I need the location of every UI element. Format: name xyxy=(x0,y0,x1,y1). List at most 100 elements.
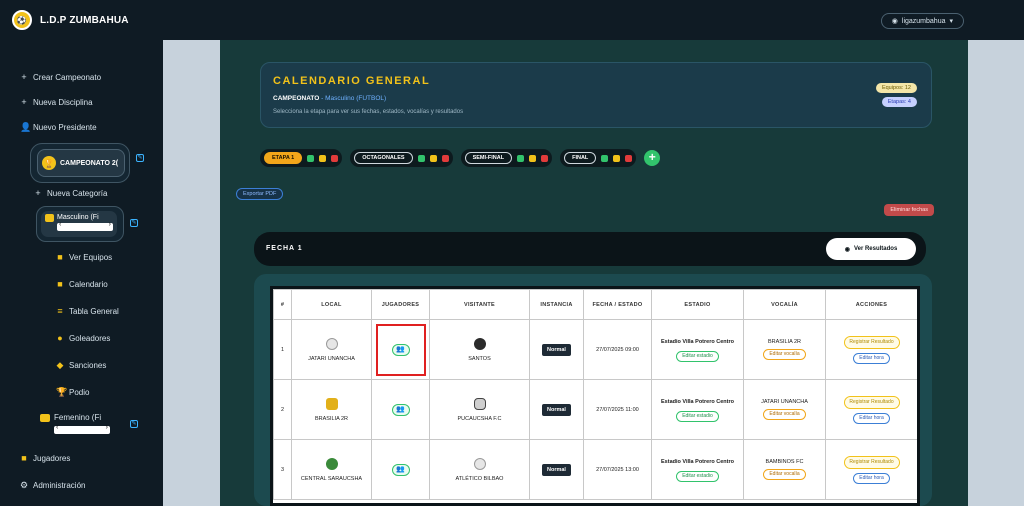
tab-etapa-1[interactable]: ETAPA 1 xyxy=(264,152,303,164)
col-header: ESTADIO xyxy=(651,289,744,320)
edit-vocalia-button[interactable]: Editar vocalía xyxy=(763,469,806,480)
vocalia-team: BAMBINOS FC xyxy=(765,459,804,465)
players-button[interactable]: 👥 xyxy=(391,403,410,416)
categoria-label: Masculino (Fi xyxy=(57,214,99,221)
export-pdf-button[interactable]: Exportar PDF xyxy=(236,188,284,200)
sidebar-item-podio[interactable]: 🏆 Podio xyxy=(56,387,89,398)
edit-stadium-button[interactable]: Editar estadio xyxy=(676,410,719,422)
register-result-button[interactable]: Registrar Resultado xyxy=(843,395,900,409)
sidebar-item-sanciones[interactable]: ◆ Sanciones xyxy=(56,360,107,371)
matches-table-panel: # LOCAL JUGADORES VISITANTE INSTANCIA FE… xyxy=(270,286,920,506)
delete-icon[interactable] xyxy=(441,154,449,162)
ball-icon: ● xyxy=(57,333,63,343)
categoria-select[interactable] xyxy=(54,424,110,434)
sidebar-item-nuevo-presidente[interactable]: 👤 Nuevo Presidente xyxy=(20,122,97,133)
register-result-button[interactable]: Registrar Resultado xyxy=(843,455,900,469)
ver-resultados-button[interactable]: ◉ Ver Resultados xyxy=(826,238,916,260)
col-header: ACCIONES xyxy=(825,289,917,320)
users-icon: ■ xyxy=(21,453,27,463)
matches-table-wrap: # LOCAL JUGADORES VISITANTE INSTANCIA FE… xyxy=(254,274,932,506)
team-name: JATARI UNANCHA xyxy=(308,355,355,362)
stage-tabs: ETAPA 1 OCTAGONALES SEMI-FINAL FINAL + xyxy=(260,148,661,168)
sidebar-item-calendario[interactable]: ■ Calendario xyxy=(56,279,108,289)
edit-icon[interactable] xyxy=(601,154,609,162)
delete-dates-button[interactable]: Eliminar fechas xyxy=(884,204,934,216)
plus-icon: + xyxy=(21,72,27,82)
folder-icon xyxy=(45,214,54,222)
team-logo xyxy=(473,397,486,410)
tab-semi-final[interactable]: SEMI-FINAL xyxy=(464,152,513,164)
brand[interactable]: ⚽ L.D.P ZUMBAHUA xyxy=(0,0,163,40)
user-menu[interactable]: ◉ ligazumbahua ▾ xyxy=(880,13,964,29)
user-name: ligazumbahua xyxy=(901,17,946,25)
topbar: ◉ ligazumbahua ▾ xyxy=(163,0,1024,40)
sidebar-item-administracion[interactable]: ⚙ Administración xyxy=(20,480,85,491)
categoria-select[interactable] xyxy=(57,221,113,231)
sidebar-item-label: Calendario xyxy=(69,279,108,289)
vocalia-team: JATARI UNANCHA xyxy=(761,399,808,405)
team-logo xyxy=(473,337,486,350)
delete-icon[interactable] xyxy=(541,154,549,162)
register-result-button[interactable]: Registrar Resultado xyxy=(843,335,900,349)
fecha-title: FECHA 1 xyxy=(266,245,303,252)
sidebar-item-nueva-disciplina[interactable]: + Nueva Disciplina xyxy=(20,97,92,107)
team-name: BRASILIA 2R xyxy=(314,415,349,422)
visitor-team: SANTOS xyxy=(429,319,530,380)
sidebar-item-goleadores[interactable]: ● Goleadores xyxy=(56,333,110,343)
sidebar-item-crear-campeonato[interactable]: + Crear Campeonato xyxy=(20,72,101,82)
sidebar-item-nueva-categoria[interactable]: + Nueva Categoría xyxy=(34,188,107,198)
edit-time-button[interactable]: Editar hora xyxy=(853,412,890,424)
tab-final[interactable]: FINAL xyxy=(564,152,597,164)
folder-icon xyxy=(40,413,50,422)
edit-icon[interactable] xyxy=(417,154,425,162)
edit-vocalia-button[interactable]: Editar vocalía xyxy=(763,349,806,360)
main-content: CALENDARIO GENERAL CAMPEONATO - Masculin… xyxy=(220,40,968,506)
edit-categoria-icon[interactable]: ✎ xyxy=(130,219,138,227)
edit-campeonato-icon[interactable]: ✎ xyxy=(136,154,144,162)
categoria-masculino[interactable]: Masculino (Fi xyxy=(41,211,117,237)
campeonato-item[interactable]: 🏆 CAMPEONATO 2( xyxy=(37,149,125,177)
instancia-badge: Normal xyxy=(542,463,571,476)
sidebar-item-ver-equipos[interactable]: ■ Ver Equipos xyxy=(56,252,112,262)
team-logo xyxy=(473,457,486,470)
user-icon: 👤 xyxy=(20,122,32,132)
delete-icon[interactable] xyxy=(331,154,339,162)
lock-icon[interactable] xyxy=(613,154,621,162)
edit-vocalia-button[interactable]: Editar vocalía xyxy=(763,409,806,420)
estadio-name: Estadio Villa Potrero Centro xyxy=(661,458,734,465)
league-logo: ⚽ xyxy=(12,10,32,30)
page-margin-right xyxy=(968,40,1024,506)
plus-icon: + xyxy=(21,97,27,107)
add-stage-button[interactable]: + xyxy=(644,150,661,166)
edit-time-button[interactable]: Editar hora xyxy=(853,472,890,484)
edit-stadium-button[interactable]: Editar estadio xyxy=(676,350,719,362)
row-number: 3 xyxy=(273,439,292,500)
sidebar-item-jugadores[interactable]: ■ Jugadores xyxy=(20,453,70,463)
campeonato-group: 🏆 CAMPEONATO 2( xyxy=(30,143,130,183)
lock-icon[interactable] xyxy=(529,154,537,162)
stage-group: ETAPA 1 xyxy=(260,149,343,167)
sidebar-item-label: Nuevo Presidente xyxy=(33,123,97,132)
lock-icon[interactable] xyxy=(429,154,437,162)
categoria-femenino[interactable]: Femenino (Fi xyxy=(40,413,110,434)
edit-time-button[interactable]: Editar hora xyxy=(853,352,890,364)
campeonato-label: CAMPEONATO 2( xyxy=(60,159,119,167)
fecha-cell: 27/07/2025 09:00 xyxy=(583,319,652,380)
categoria-masculino-group: Masculino (Fi xyxy=(36,206,124,242)
delete-icon[interactable] xyxy=(625,154,633,162)
visitor-team: ATLÉTICO BILBAO xyxy=(429,439,530,500)
table-row: 1 JATARI UNANCHA 👥 SANTOS Normal 27/07/2… xyxy=(273,319,917,380)
edit-stadium-button[interactable]: Editar estadio xyxy=(676,470,719,482)
edit-icon[interactable] xyxy=(307,154,315,162)
local-team: CENTRAL SARAUCSHA xyxy=(291,439,372,500)
players-button[interactable]: 👥 xyxy=(391,343,410,356)
edit-icon[interactable] xyxy=(517,154,525,162)
edit-categoria-icon[interactable]: ✎ xyxy=(130,420,138,428)
jugadores-cell: 👥 xyxy=(371,439,430,500)
lock-icon[interactable] xyxy=(319,154,327,162)
stage-group: OCTAGONALES xyxy=(350,149,453,167)
players-button[interactable]: 👥 xyxy=(391,463,410,476)
tab-octagonales[interactable]: OCTAGONALES xyxy=(354,152,413,164)
brand-name: L.D.P ZUMBAHUA xyxy=(40,14,129,26)
sidebar-item-tabla-general[interactable]: ≡ Tabla General xyxy=(56,306,118,316)
